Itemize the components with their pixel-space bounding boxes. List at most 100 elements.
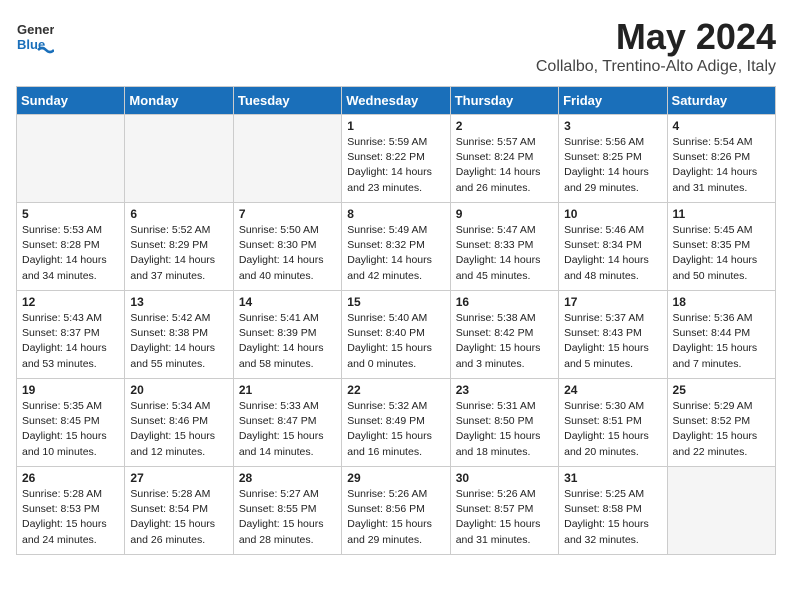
calendar-cell (667, 467, 775, 555)
day-number: 3 (564, 119, 661, 133)
day-info: Sunrise: 5:30 AM Sunset: 8:51 PM Dayligh… (564, 399, 661, 460)
day-info: Sunrise: 5:35 AM Sunset: 8:45 PM Dayligh… (22, 399, 119, 460)
day-header-tuesday: Tuesday (233, 87, 341, 115)
day-number: 27 (130, 471, 227, 485)
calendar-cell: 6 Sunrise: 5:52 AM Sunset: 8:29 PM Daylig… (125, 203, 233, 291)
day-info: Sunrise: 5:29 AM Sunset: 8:52 PM Dayligh… (673, 399, 770, 460)
calendar-cell: 20Sunrise: 5:34 AM Sunset: 8:46 PM Dayli… (125, 379, 233, 467)
calendar-cell: 27 Sunrise: 5:28 AM Sunset: 8:54 PM Dayli… (125, 467, 233, 555)
day-number: 31 (564, 471, 661, 485)
day-info: Sunrise: 5:40 AM Sunset: 8:40 PM Dayligh… (347, 311, 444, 372)
day-number: 21 (239, 383, 336, 397)
day-number: 14 (239, 295, 336, 309)
day-info: Sunrise: 5:28 AM Sunset: 8:53 PM Dayligh… (22, 487, 119, 548)
day-number: 15 (347, 295, 444, 309)
calendar-cell: 18Sunrise: 5:36 AM Sunset: 8:44 PM Dayli… (667, 291, 775, 379)
calendar-cell: 16 Sunrise: 5:38 AM Sunset: 8:42 PM Dayli… (450, 291, 558, 379)
day-info: Sunrise: 5:33 AM Sunset: 8:47 PM Dayligh… (239, 399, 336, 460)
calendar-cell: 23Sunrise: 5:31 AM Sunset: 8:50 PM Dayli… (450, 379, 558, 467)
day-number: 19 (22, 383, 119, 397)
calendar-cell (233, 115, 341, 203)
calendar-cell: 17 Sunrise: 5:37 AM Sunset: 8:43 PM Dayli… (559, 291, 667, 379)
day-header-sunday: Sunday (17, 87, 125, 115)
logo-icon: General Blue (16, 16, 54, 54)
logo: General Blue (16, 16, 54, 54)
day-info: Sunrise: 5:43 AM Sunset: 8:37 PM Dayligh… (22, 311, 119, 372)
calendar-cell: 19 Sunrise: 5:35 AM Sunset: 8:45 PM Dayli… (17, 379, 125, 467)
day-header-wednesday: Wednesday (342, 87, 450, 115)
calendar-cell: 11 Sunrise: 5:45 AM Sunset: 8:35 PM Dayli… (667, 203, 775, 291)
day-number: 6 (130, 207, 227, 221)
day-info: Sunrise: 5:32 AM Sunset: 8:49 PM Dayligh… (347, 399, 444, 460)
calendar-cell (17, 115, 125, 203)
day-info: Sunrise: 5:41 AM Sunset: 8:39 PM Dayligh… (239, 311, 336, 372)
calendar-cell: 8 Sunrise: 5:49 AM Sunset: 8:32 PM Daylig… (342, 203, 450, 291)
calendar-cell: 21 Sunrise: 5:33 AM Sunset: 8:47 PM Dayli… (233, 379, 341, 467)
calendar-cell: 1Sunrise: 5:59 AM Sunset: 8:22 PM Daylig… (342, 115, 450, 203)
day-number: 25 (673, 383, 770, 397)
day-number: 8 (347, 207, 444, 221)
day-info: Sunrise: 5:52 AM Sunset: 8:29 PM Dayligh… (130, 223, 227, 284)
calendar-cell (125, 115, 233, 203)
day-number: 5 (22, 207, 119, 221)
calendar-body: 1Sunrise: 5:59 AM Sunset: 8:22 PM Daylig… (17, 115, 776, 555)
calendar-cell: 10 Sunrise: 5:46 AM Sunset: 8:34 PM Dayli… (559, 203, 667, 291)
day-number: 22 (347, 383, 444, 397)
day-info: Sunrise: 5:50 AM Sunset: 8:30 PM Dayligh… (239, 223, 336, 284)
day-info: Sunrise: 5:25 AM Sunset: 8:58 PM Dayligh… (564, 487, 661, 548)
calendar-cell: 22 Sunrise: 5:32 AM Sunset: 8:49 PM Dayli… (342, 379, 450, 467)
calendar-cell: 29 Sunrise: 5:26 AM Sunset: 8:56 PM Dayli… (342, 467, 450, 555)
day-info: Sunrise: 5:37 AM Sunset: 8:43 PM Dayligh… (564, 311, 661, 372)
calendar-cell: 28Sunrise: 5:27 AM Sunset: 8:55 PM Dayli… (233, 467, 341, 555)
day-info: Sunrise: 5:27 AM Sunset: 8:55 PM Dayligh… (239, 487, 336, 548)
calendar-cell: 9Sunrise: 5:47 AM Sunset: 8:33 PM Daylig… (450, 203, 558, 291)
day-number: 10 (564, 207, 661, 221)
svg-text:Blue: Blue (17, 37, 45, 52)
day-number: 2 (456, 119, 553, 133)
day-info: Sunrise: 5:34 AM Sunset: 8:46 PM Dayligh… (130, 399, 227, 460)
day-info: Sunrise: 5:46 AM Sunset: 8:34 PM Dayligh… (564, 223, 661, 284)
calendar-table: SundayMondayTuesdayWednesdayThursdayFrid… (16, 86, 776, 555)
day-number: 29 (347, 471, 444, 485)
calendar-week-3: 12Sunrise: 5:43 AM Sunset: 8:37 PM Dayli… (17, 291, 776, 379)
calendar-week-4: 19 Sunrise: 5:35 AM Sunset: 8:45 PM Dayli… (17, 379, 776, 467)
day-header-friday: Friday (559, 87, 667, 115)
day-info: Sunrise: 5:42 AM Sunset: 8:38 PM Dayligh… (130, 311, 227, 372)
day-info: Sunrise: 5:28 AM Sunset: 8:54 PM Dayligh… (130, 487, 227, 548)
calendar-cell: 15 Sunrise: 5:40 AM Sunset: 8:40 PM Dayli… (342, 291, 450, 379)
day-header-saturday: Saturday (667, 87, 775, 115)
calendar-week-5: 26 Sunrise: 5:28 AM Sunset: 8:53 PM Dayli… (17, 467, 776, 555)
day-info: Sunrise: 5:26 AM Sunset: 8:57 PM Dayligh… (456, 487, 553, 548)
svg-text:General: General (17, 22, 54, 37)
day-info: Sunrise: 5:57 AM Sunset: 8:24 PM Dayligh… (456, 135, 553, 196)
day-number: 30 (456, 471, 553, 485)
calendar-header: SundayMondayTuesdayWednesdayThursdayFrid… (17, 87, 776, 115)
day-header-monday: Monday (125, 87, 233, 115)
calendar-cell: 2 Sunrise: 5:57 AM Sunset: 8:24 PM Daylig… (450, 115, 558, 203)
calendar-cell: 3Sunrise: 5:56 AM Sunset: 8:25 PM Daylig… (559, 115, 667, 203)
calendar-cell: 4Sunrise: 5:54 AM Sunset: 8:26 PM Daylig… (667, 115, 775, 203)
day-number: 16 (456, 295, 553, 309)
calendar-cell: 30 Sunrise: 5:26 AM Sunset: 8:57 PM Dayli… (450, 467, 558, 555)
calendar-cell: 14 Sunrise: 5:41 AM Sunset: 8:39 PM Dayli… (233, 291, 341, 379)
day-number: 17 (564, 295, 661, 309)
day-number: 26 (22, 471, 119, 485)
calendar-cell: 25 Sunrise: 5:29 AM Sunset: 8:52 PM Dayli… (667, 379, 775, 467)
month-title: May 2024 (536, 16, 776, 58)
calendar-cell: 24Sunrise: 5:30 AM Sunset: 8:51 PM Dayli… (559, 379, 667, 467)
calendar-cell: 13Sunrise: 5:42 AM Sunset: 8:38 PM Dayli… (125, 291, 233, 379)
day-number: 11 (673, 207, 770, 221)
calendar-cell: 31 Sunrise: 5:25 AM Sunset: 8:58 PM Dayli… (559, 467, 667, 555)
day-info: Sunrise: 5:36 AM Sunset: 8:44 PM Dayligh… (673, 311, 770, 372)
day-info: Sunrise: 5:59 AM Sunset: 8:22 PM Dayligh… (347, 135, 444, 196)
day-info: Sunrise: 5:26 AM Sunset: 8:56 PM Dayligh… (347, 487, 444, 548)
location: Collalbo, Trentino-Alto Adige, Italy (536, 58, 776, 76)
day-info: Sunrise: 5:31 AM Sunset: 8:50 PM Dayligh… (456, 399, 553, 460)
day-info: Sunrise: 5:38 AM Sunset: 8:42 PM Dayligh… (456, 311, 553, 372)
day-info: Sunrise: 5:54 AM Sunset: 8:26 PM Dayligh… (673, 135, 770, 196)
day-number: 9 (456, 207, 553, 221)
page-header: General Blue May 2024 Collalbo, Trentino… (16, 16, 776, 76)
day-info: Sunrise: 5:49 AM Sunset: 8:32 PM Dayligh… (347, 223, 444, 284)
calendar-cell: 5Sunrise: 5:53 AM Sunset: 8:28 PM Daylig… (17, 203, 125, 291)
day-info: Sunrise: 5:45 AM Sunset: 8:35 PM Dayligh… (673, 223, 770, 284)
